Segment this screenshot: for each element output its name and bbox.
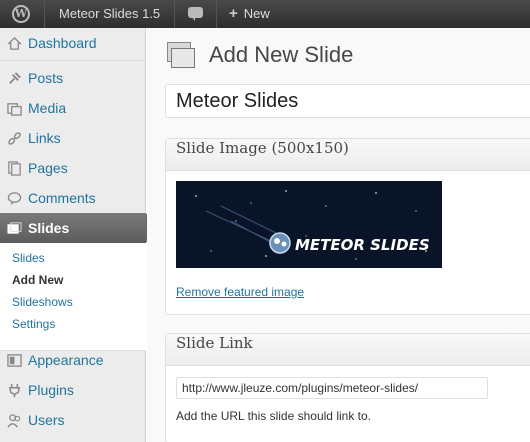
sidebar-item-links[interactable]: Links — [0, 123, 146, 153]
sidebar-item-label: Plugins — [28, 382, 74, 398]
sidebar-item-label: Slides — [28, 220, 70, 236]
media-icon — [7, 103, 22, 116]
new-label: New — [243, 6, 270, 21]
main-content: Add New Slide Slide Image (500x150) METE… — [147, 28, 530, 442]
sidebar-item-label: Comments — [28, 190, 96, 206]
sidebar-item-label: Users — [28, 412, 65, 428]
admin-sidebar: Dashboard Posts Media Links Pages Commen… — [0, 28, 154, 442]
link-icon — [8, 132, 21, 145]
slide-link-metabox: Slide Link Add the URL this slide should… — [165, 333, 530, 442]
sidebar-item-label: Posts — [28, 70, 64, 86]
pages-icon — [8, 161, 21, 176]
featured-image-preview[interactable]: METEOR SLIDES — [176, 181, 442, 268]
admin-bar-divider — [44, 0, 45, 28]
sidebar-item-posts[interactable]: Posts — [0, 63, 146, 93]
dashboard-icon — [7, 36, 22, 50]
slide-link-input[interactable] — [176, 377, 488, 399]
submenu-item-slideshows[interactable]: Slideshows — [12, 295, 73, 309]
sidebar-item-label: Media — [28, 100, 67, 116]
comments-button[interactable] — [188, 7, 204, 21]
comment-icon — [7, 192, 22, 206]
metabox-title[interactable]: Slide Link — [166, 334, 530, 366]
sidebar-item-label: Links — [28, 130, 61, 146]
plus-icon: + — [229, 5, 238, 22]
users-icon — [7, 414, 21, 428]
sidebar-item-plugins[interactable]: Plugins — [0, 375, 146, 405]
slide-link-help-text: Add the URL this slide should link to. — [176, 409, 371, 423]
slides-icon — [7, 222, 22, 234]
plugin-icon — [8, 383, 21, 398]
sidebar-item-dashboard[interactable]: Dashboard — [0, 28, 146, 58]
wordpress-logo-icon: W — [12, 5, 30, 23]
slides-submenu: Slides Add New Slideshows Settings — [0, 243, 146, 351]
meteor-slides-banner: METEOR SLIDES — [176, 181, 442, 268]
page-title: Add New Slide — [209, 42, 354, 67]
slide-image-metabox: Slide Image (500x150) METEOR SLIDES Remo… — [165, 138, 530, 315]
pin-icon — [9, 72, 21, 84]
banner-text: METEOR SLIDES — [295, 236, 430, 254]
sidebar-item-label: Dashboard — [28, 35, 97, 51]
sidebar-item-pages[interactable]: Pages — [0, 153, 146, 183]
sidebar-item-appearance[interactable]: Appearance — [0, 345, 146, 375]
slides-page-icon — [167, 42, 197, 72]
remove-featured-image-link[interactable]: Remove featured image — [176, 285, 304, 299]
sidebar-item-slides[interactable]: Slides — [0, 213, 154, 243]
submenu-item-add-new[interactable]: Add New — [12, 273, 63, 287]
submenu-item-settings[interactable]: Settings — [12, 317, 55, 331]
appearance-icon — [7, 354, 22, 367]
sidebar-item-label: Pages — [28, 160, 68, 176]
sidebar-item-users[interactable]: Users — [0, 405, 146, 435]
sidebar-item-comments[interactable]: Comments — [0, 183, 146, 213]
submenu-item-slides[interactable]: Slides — [12, 251, 45, 265]
admin-bar-divider — [174, 0, 175, 28]
menu-separator — [0, 60, 146, 61]
admin-bar: W Meteor Slides 1.5 + New — [0, 0, 530, 28]
sidebar-item-media[interactable]: Media — [0, 93, 146, 123]
metabox-title[interactable]: Slide Image (500x150) — [166, 139, 530, 171]
sidebar-item-label: Appearance — [28, 352, 104, 368]
admin-bar-divider — [216, 0, 217, 28]
site-name-link[interactable]: Meteor Slides 1.5 — [59, 0, 160, 28]
new-content-button[interactable]: + New — [229, 0, 270, 28]
slide-title-input[interactable] — [165, 84, 530, 118]
wordpress-logo-button[interactable]: W — [0, 0, 44, 28]
